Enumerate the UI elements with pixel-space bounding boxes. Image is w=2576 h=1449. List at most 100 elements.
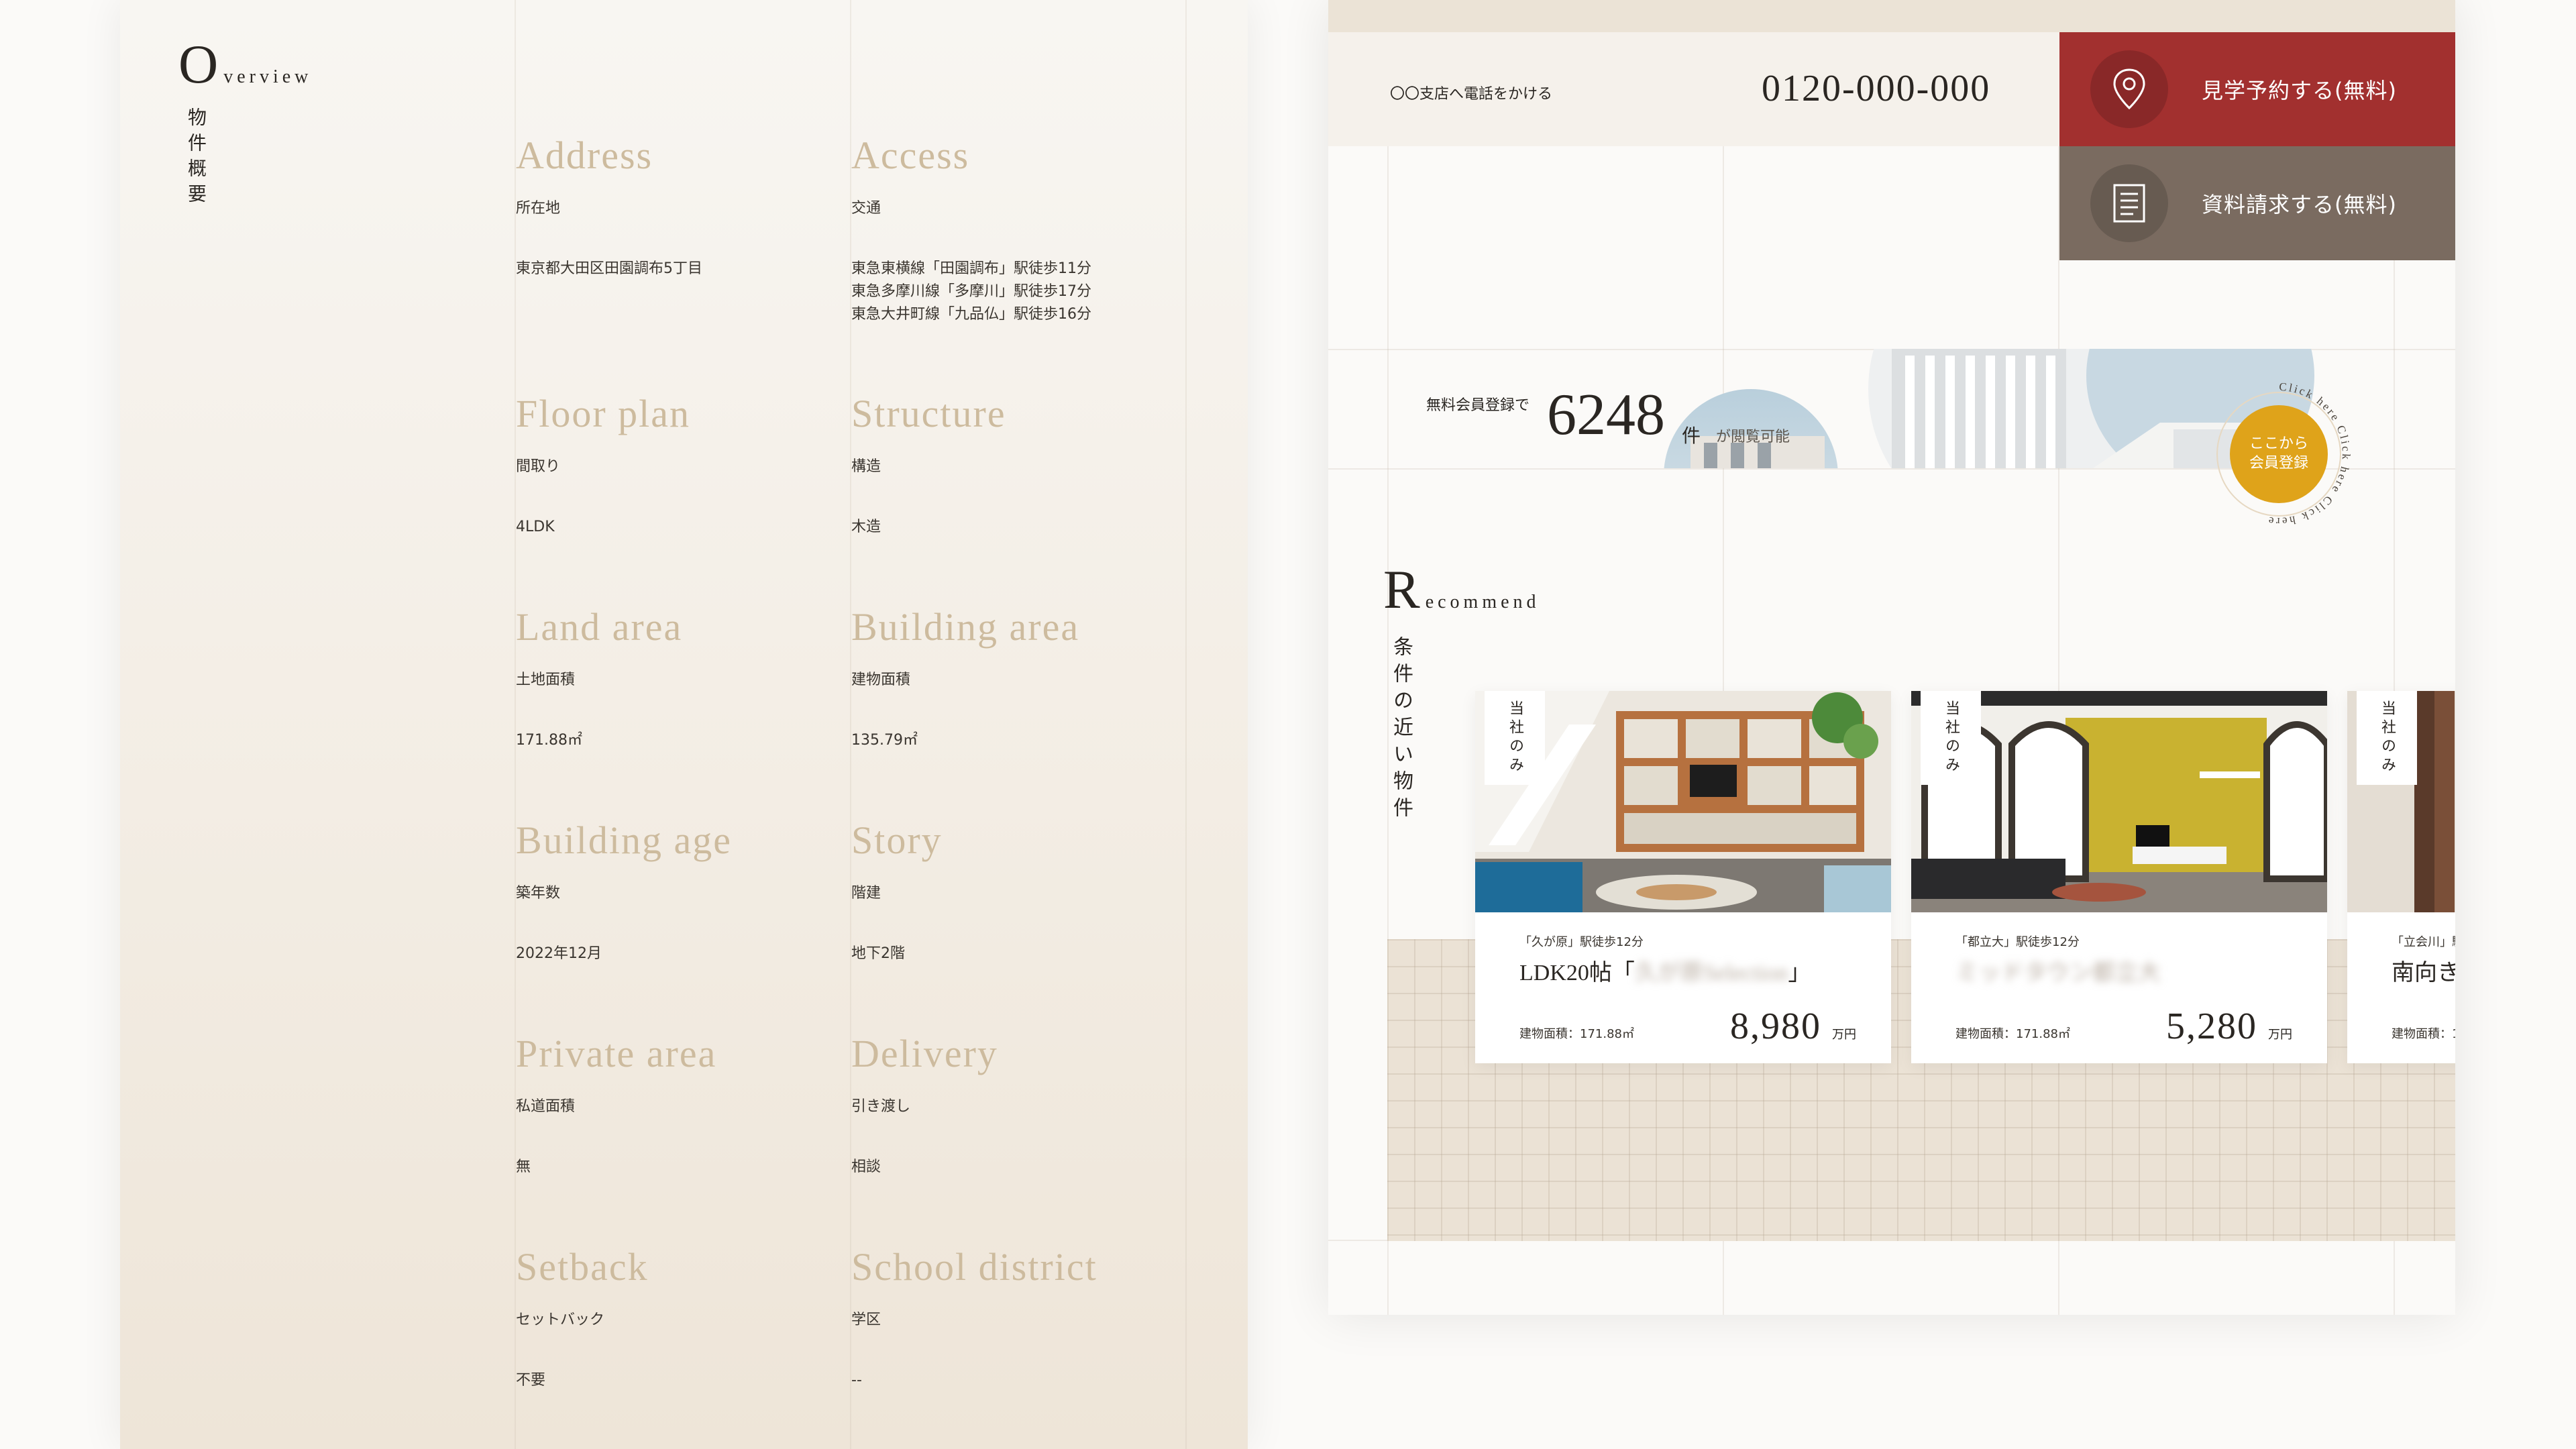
overview-item-en: Building area — [851, 605, 1080, 649]
overview-item-en: Structure — [851, 392, 1006, 435]
phone-number[interactable]: 0120-000-000 — [1762, 67, 1990, 110]
overview-item-label: 所在地 — [516, 199, 561, 217]
overview-item-private-area: Private area 私道面積 無 — [516, 1032, 824, 1179]
card-building-area: 建物面積：171.88㎡ — [1519, 1027, 1634, 1041]
register-circle: ここから 会員登録 — [2230, 405, 2328, 503]
exclusive-tag: 当社のみ — [1485, 691, 1545, 785]
overview-panel: O verview 物件概要 Address 所在地 東京都大田区田園調布5丁目… — [120, 0, 1248, 1449]
overview-item-value: 東京都大田区田園調布5丁目 — [516, 260, 702, 277]
overview-item-en: Setback — [516, 1245, 649, 1289]
overview-item-value: 不要 — [516, 1371, 546, 1389]
reserve-visit-button[interactable]: 見学予約する(無料) — [2059, 32, 2455, 146]
member-register-button[interactable]: Click here Click here Click here ここから 会員… — [2202, 377, 2356, 531]
card-station: 「久が原」駅徒歩12分 — [1519, 935, 1644, 949]
listing-count-suffix: が閲覧可能 — [1716, 429, 1790, 445]
recommend-heading-jp: 条件の近い物件 — [1390, 636, 1412, 824]
property-card[interactable]: 当社のみ 「久が原」駅徒歩12分 LDK20帖「久が原Selection」 建物… — [1475, 691, 1891, 1063]
overview-item-label: セットバック — [516, 1311, 605, 1328]
phone-bar[interactable]: 〇〇支店へ電話をかける 0120-000-000 — [1328, 32, 2059, 146]
phone-label: 〇〇支店へ電話をかける — [1390, 86, 1553, 103]
property-card[interactable]: 当社のみ 「立会川」駅 南向き 建物面積：1 — [2347, 691, 2455, 1063]
exclusive-tag: 当社のみ — [2357, 691, 2417, 785]
overview-item-value: 地下2階 — [851, 945, 905, 962]
card-title-prefix: 南向き — [2392, 961, 2455, 985]
overview-item-building-area: Building area 建物面積 135.79㎡ — [851, 606, 1160, 752]
card-price-unit: 万円 — [2268, 1028, 2292, 1042]
overview-item-label: 私道面積 — [516, 1097, 576, 1115]
card-title: 南向き — [2392, 954, 2455, 987]
overview-item-story: Story 階建 地下2階 — [851, 819, 1160, 965]
card-station: 「立会川」駅 — [2392, 935, 2455, 949]
overview-item-value: 木造 — [851, 518, 881, 535]
card-title-suffix: 」 — [1788, 961, 1811, 985]
top-strip — [1328, 0, 2455, 32]
overview-heading-rest: verview — [223, 66, 313, 87]
overview-item-label: 間取り — [516, 458, 561, 475]
listing-count-number: 6248 — [1547, 382, 1665, 447]
card-title-blurred: 久が原Selection — [1634, 961, 1788, 985]
overview-item-label: 階建 — [851, 884, 881, 902]
reserve-visit-label: 見学予約する(無料) — [2202, 78, 2397, 103]
listing-count-prefix: 無料会員登録で — [1426, 397, 1530, 414]
overview-item-label: 築年数 — [516, 884, 561, 902]
overview-heading: O verview — [178, 37, 312, 92]
overview-item-value: 東急東横線「田園調布」駅徒歩11分 東急多摩川線「多摩川」駅徒歩17分 東急大井… — [851, 260, 1091, 323]
overview-item-label: 建物面積 — [851, 671, 911, 688]
overview-item-delivery: Delivery 引き渡し 相談 — [851, 1032, 1160, 1179]
grid-line — [1185, 0, 1187, 1449]
overview-item-en: Story — [851, 818, 943, 862]
overview-item-floor-plan: Floor plan 間取り 4LDK — [516, 392, 824, 539]
recommend-heading: R ecommend — [1383, 562, 1540, 617]
location-pin-icon — [2090, 50, 2168, 128]
overview-item-en: Address — [516, 133, 653, 177]
overview-heading-jp: 物件概要 — [185, 107, 206, 209]
card-station: 「都立大」駅徒歩12分 — [1955, 935, 2080, 949]
overview-item-label: 学区 — [851, 1311, 881, 1328]
property-card[interactable]: 当社のみ 「都立大」駅徒歩12分 ミッドタウン都立大 建物面積：171.88㎡ … — [1911, 691, 2327, 1063]
exclusive-tag: 当社のみ — [1921, 691, 1981, 785]
overview-item-school-district: School district 学区 -- — [851, 1246, 1160, 1392]
register-line2: 会員登録 — [2249, 455, 2308, 472]
overview-item-value: -- — [851, 1371, 862, 1389]
listing-count-unit: 件 — [1682, 426, 1701, 447]
overview-item-structure: Structure 構造 木造 — [851, 392, 1160, 539]
card-price: 5,280 — [2166, 1006, 2257, 1047]
register-line1: ここから — [2249, 435, 2308, 453]
overview-item-value: 無 — [516, 1158, 531, 1175]
overview-item-label: 引き渡し — [851, 1097, 911, 1115]
overview-heading-initial: O — [178, 34, 219, 95]
overview-item-value: 135.79㎡ — [851, 731, 918, 749]
recommend-heading-initial: R — [1383, 559, 1420, 620]
overview-item-setback: Setback セットバック 不要 — [516, 1246, 824, 1392]
overview-item-en: Land area — [516, 605, 683, 649]
overview-item-access: Access 交通 東急東横線「田園調布」駅徒歩11分 東急多摩川線「多摩川」駅… — [851, 134, 1160, 326]
card-title: LDK20帖「久が原Selection」 — [1519, 954, 1811, 987]
overview-item-en: Building age — [516, 818, 733, 862]
overview-item-en: Floor plan — [516, 392, 691, 435]
recommend-heading-rest: ecommend — [1425, 592, 1540, 612]
overview-item-en: Access — [851, 133, 970, 177]
document-icon — [2090, 164, 2168, 242]
card-building-area: 建物面積：1 — [2392, 1027, 2455, 1041]
card-price: 8,980 — [1730, 1006, 1821, 1047]
overview-item-label: 構造 — [851, 458, 881, 475]
card-building-area: 建物面積：171.88㎡ — [1955, 1027, 2070, 1041]
overview-item-en: Delivery — [851, 1032, 998, 1075]
request-docs-button[interactable]: 資料請求する(無料) — [2059, 146, 2455, 260]
card-title-blurred: ミッドタウン都立大 — [1955, 961, 2161, 985]
overview-item-value: 171.88㎡ — [516, 731, 582, 749]
card-title: ミッドタウン都立大 — [1955, 954, 2161, 987]
overview-item-en: School district — [851, 1245, 1097, 1289]
overview-item-value: 相談 — [851, 1158, 881, 1175]
overview-item-label: 土地面積 — [516, 671, 576, 688]
card-price-unit: 万円 — [1832, 1028, 1856, 1042]
request-docs-label: 資料請求する(無料) — [2202, 192, 2397, 217]
overview-item-label: 交通 — [851, 199, 881, 217]
overview-item-building-age: Building age 築年数 2022年12月 — [516, 819, 824, 965]
property-page-panel: 〇〇支店へ電話をかける 0120-000-000 見学予約する(無料) 資料請求… — [1328, 0, 2455, 1315]
card-title-prefix: LDK20帖「 — [1519, 961, 1635, 985]
overview-item-address: Address 所在地 東京都大田区田園調布5丁目 — [516, 134, 824, 280]
overview-item-land-area: Land area 土地面積 171.88㎡ — [516, 606, 824, 752]
overview-item-en: Private area — [516, 1032, 717, 1075]
overview-item-value: 2022年12月 — [516, 945, 602, 962]
